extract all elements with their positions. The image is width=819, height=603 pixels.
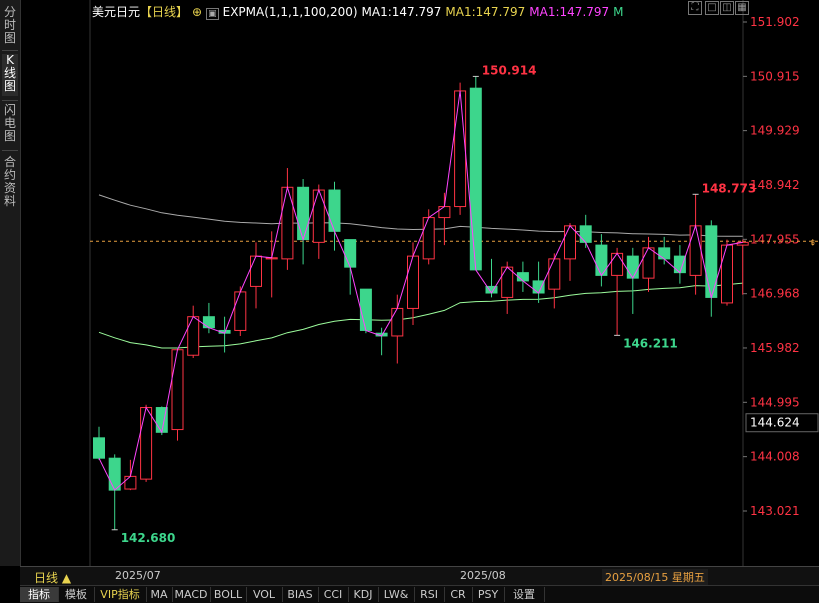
left-tab-bar: 分时图 K线图 闪电图 合约资料	[0, 0, 21, 566]
candle-body[interactable]	[124, 475, 137, 490]
current-date-label: 2025/08/15 星期五	[602, 569, 708, 585]
price-tick-label: 150.915	[750, 69, 800, 83]
candle-body[interactable]	[234, 291, 247, 331]
price-tick-label: 144.008	[750, 450, 800, 464]
indicator-tab-12[interactable]: CR	[444, 587, 473, 602]
candle-body[interactable]	[611, 252, 624, 276]
candle-body[interactable]	[516, 272, 529, 282]
split-icon[interactable]: ◫	[720, 1, 734, 15]
ma-m-label: M	[613, 5, 624, 19]
candle-body[interactable]	[281, 186, 294, 260]
candle-body[interactable]	[297, 186, 310, 241]
ma1-value-b: MA1:147.797	[445, 5, 526, 19]
chart-header: 美元日元【日线】 ⊕ ▣ EXPMA(1,1,1,100,200) MA1:147.79…	[92, 3, 628, 20]
ma1-value-c: MA1:147.797	[529, 5, 610, 19]
expma-line	[98, 90, 743, 491]
price-tick-label: 145.982	[750, 341, 800, 355]
period-label: 【日线】	[140, 5, 189, 19]
indicator-tab-11[interactable]: RSI	[414, 587, 445, 602]
candle-body[interactable]	[250, 255, 262, 287]
candle-body[interactable]	[501, 266, 514, 298]
add-circle-icon[interactable]: ⊕	[192, 5, 202, 19]
price-tick-label: 149.929	[750, 124, 800, 138]
ma-200-line	[98, 194, 743, 237]
candle-body[interactable]	[359, 288, 372, 331]
candle-body[interactable]	[391, 307, 404, 337]
indicator-toolbar: 指标 模板 VIP指标 MA MACD BOLL VOL BIAS CCI KDJ LW& RSI CR…	[20, 585, 819, 603]
candle-body[interactable]	[532, 280, 545, 294]
current-price-arrow-icon: ⇟	[809, 238, 817, 248]
candle-body[interactable]	[564, 225, 576, 260]
date-label-aug: 2025/08	[460, 569, 506, 582]
grid-icon[interactable]: ▦	[735, 1, 749, 15]
annotation-label: 148.773	[702, 181, 757, 195]
candle-body[interactable]	[187, 316, 200, 356]
price-tick-label: 143.021	[750, 504, 800, 518]
candle-body[interactable]	[469, 87, 482, 271]
annotation-label: 150.914	[482, 63, 537, 77]
indicator-tab-2[interactable]: VIP指标	[94, 587, 147, 602]
indicator-tab-10[interactable]: LW&	[378, 587, 415, 602]
candle-body[interactable]	[93, 437, 105, 459]
candle-body[interactable]	[579, 225, 592, 243]
candle-body[interactable]	[328, 189, 341, 232]
annotation-label: 142.680	[121, 531, 176, 545]
price-tick-label: 151.902	[750, 15, 800, 29]
tab-flash-chart[interactable]: 闪电图	[2, 104, 18, 146]
candle-body[interactable]	[312, 189, 325, 243]
date-axis-bar: 日线 ▲ 2025/07 2025/08 2025/08/15 星期五	[20, 566, 819, 585]
candle-body[interactable]	[721, 244, 733, 304]
candle-body[interactable]	[689, 225, 702, 276]
price-tick-label: 147.955	[750, 232, 800, 246]
price-tick-label: 144.995	[750, 395, 800, 409]
candle-body[interactable]	[140, 407, 153, 480]
candle-body[interactable]	[548, 258, 561, 290]
indicator-tab-4[interactable]: MACD	[172, 587, 211, 602]
bottom-bar: 日线 ▲ 2025/07 2025/08 2025/08/15 星期五 指标 模板…	[20, 566, 819, 603]
indicator-tab-5[interactable]: BOLL	[210, 587, 247, 602]
candle-body[interactable]	[658, 247, 671, 260]
window-icon[interactable]: □	[705, 1, 719, 15]
candle-body[interactable]	[202, 316, 215, 329]
indicator-tab-6[interactable]: VOL	[246, 587, 283, 602]
candle-body[interactable]	[642, 247, 655, 279]
candle-body[interactable]	[438, 206, 451, 219]
fullscreen-icon[interactable]: ⛶	[688, 1, 702, 15]
indicator-tab-7[interactable]: BIAS	[282, 587, 319, 602]
candle-body[interactable]	[344, 239, 357, 268]
tab-time-chart[interactable]: 分时图	[2, 6, 18, 46]
indicator-tab-1[interactable]: 模板	[58, 587, 95, 602]
tab-divider	[2, 50, 18, 51]
timeframe-selector[interactable]: 日线 ▲	[34, 569, 71, 586]
annotation-label: 146.211	[623, 336, 678, 350]
current-price-label: 144.624	[750, 416, 800, 430]
tab-contract-info[interactable]: 合约资料	[2, 156, 18, 212]
indicator-params[interactable]: EXPMA(1,1,1,100,200)	[223, 5, 358, 19]
tab-kline-chart[interactable]: K线图	[2, 54, 18, 96]
tab-divider	[2, 100, 18, 101]
indicator-tab-14[interactable]: 设置	[504, 587, 545, 602]
date-label-jul: 2025/07	[115, 569, 161, 582]
tab-divider	[2, 150, 18, 151]
candle-body[interactable]	[673, 255, 686, 274]
symbol-name: 美元日元	[92, 5, 141, 19]
candle-body[interactable]	[454, 90, 467, 208]
candle-body[interactable]	[626, 255, 639, 279]
collapse-box-icon[interactable]: ▣	[206, 8, 219, 20]
indicator-tab-3[interactable]: MA	[146, 587, 173, 602]
price-tick-label: 148.942	[750, 178, 800, 192]
candle-body[interactable]	[407, 255, 419, 309]
candle-body[interactable]	[108, 457, 121, 491]
indicator-tab-13[interactable]: PSY	[472, 587, 505, 602]
candle-body[interactable]	[171, 349, 184, 431]
indicator-tab-0[interactable]: 指标	[20, 587, 59, 602]
ma1-value-a: MA1:147.797	[361, 5, 442, 19]
candlestick-chart[interactable]: 151.902 150.915 149.929 148.942 147.955 146.9…	[20, 0, 819, 566]
price-tick-label: 146.968	[750, 287, 800, 301]
candle-body[interactable]	[705, 225, 718, 298]
indicator-tab-8[interactable]: CCI	[318, 587, 349, 602]
candle-body[interactable]	[422, 217, 435, 260]
indicator-tab-9[interactable]: KDJ	[348, 587, 379, 602]
